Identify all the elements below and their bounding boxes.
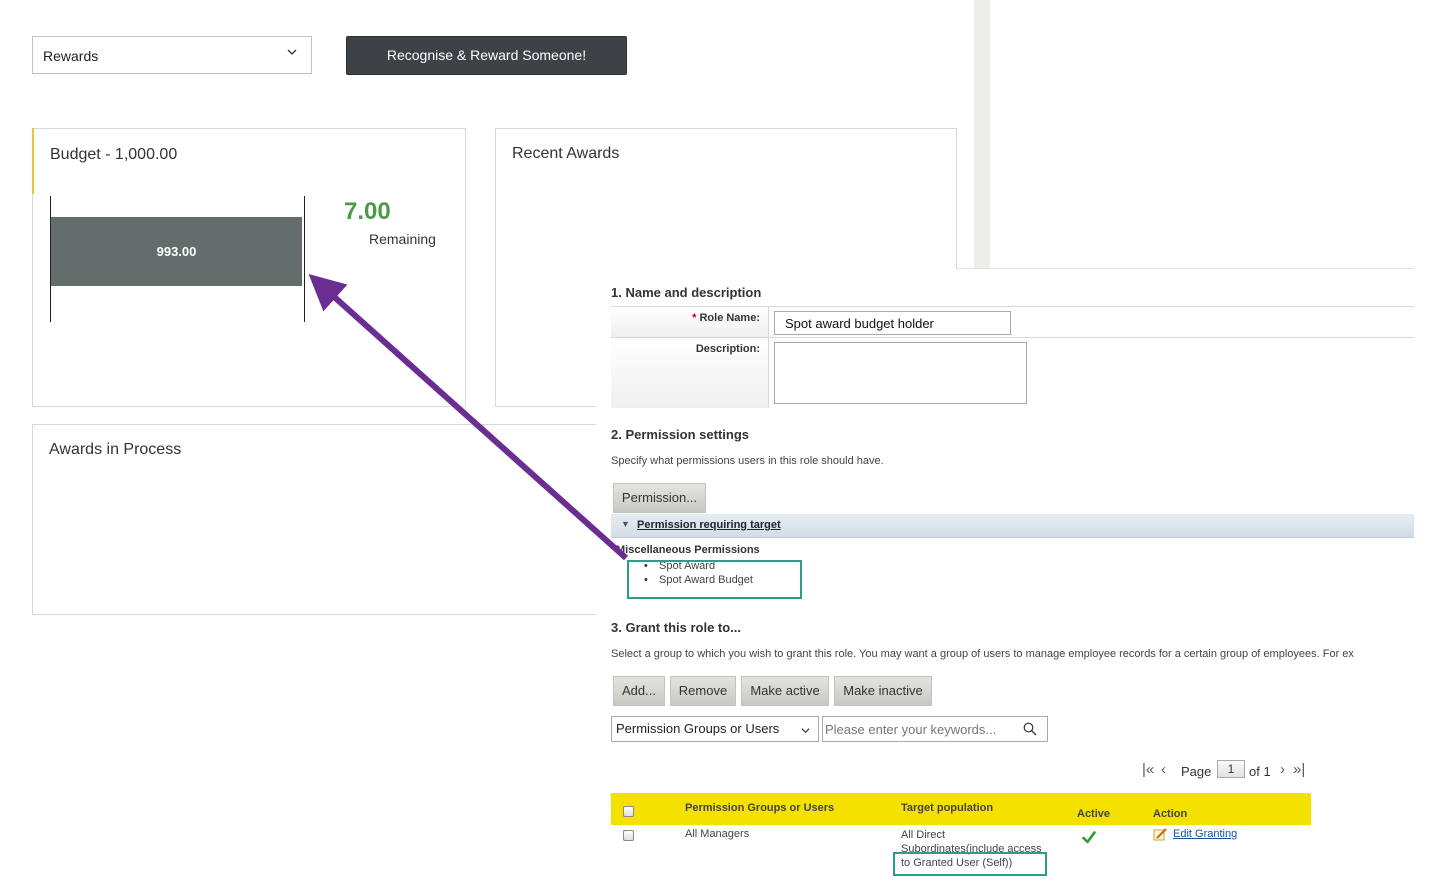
highlight-box-self xyxy=(893,852,1047,876)
budget-used-value: 993.00 xyxy=(156,244,197,259)
filter-select[interactable]: Permission Groups or Users xyxy=(611,716,819,742)
permission-button[interactable]: Permission... xyxy=(613,483,706,513)
recognise-reward-button[interactable]: Recognise & Reward Someone! xyxy=(346,36,627,75)
col-header-action: Action xyxy=(1153,808,1188,820)
search-icon[interactable] xyxy=(1023,722,1037,736)
filter-select-value: Permission Groups or Users xyxy=(616,721,780,736)
table-header: Permission Groups or Users Target popula… xyxy=(611,793,1311,825)
last-page-icon[interactable]: »| xyxy=(1293,761,1305,778)
prev-page-icon[interactable]: ‹ xyxy=(1161,761,1166,778)
search-input[interactable] xyxy=(823,717,1013,741)
rewards-select[interactable]: Rewards xyxy=(32,36,312,74)
recent-awards-title: Recent Awards xyxy=(512,145,620,162)
remaining-value: 7.00 xyxy=(344,198,391,225)
budget-used-bar: 993.00 xyxy=(51,217,302,286)
search-box[interactable] xyxy=(822,716,1048,742)
awards-in-process-title: Awards in Process xyxy=(49,441,182,458)
col-header-groups: Permission Groups or Users xyxy=(685,802,835,814)
collapse-triangle-icon[interactable]: ▼ xyxy=(621,519,630,529)
page-number-input[interactable]: 1 xyxy=(1217,760,1245,778)
select-all-checkbox[interactable] xyxy=(623,806,634,817)
scrollbar-track[interactable] xyxy=(974,0,990,268)
permission-requiring-target-link[interactable]: Permission requiring target xyxy=(637,519,781,531)
role-name-label: * Role Name: xyxy=(611,307,769,338)
grant-role-desc: Select a group to which you wish to gran… xyxy=(611,648,1354,660)
section-name-description-title: 1. Name and description xyxy=(611,285,762,300)
rewards-select-value: Rewards xyxy=(43,48,99,64)
next-page-icon[interactable]: › xyxy=(1280,761,1285,778)
make-inactive-button[interactable]: Make inactive xyxy=(834,676,932,706)
description-label: Description: xyxy=(611,338,769,408)
permission-requiring-target-bar[interactable]: ▼ Permission requiring target xyxy=(611,514,1414,538)
make-active-button[interactable]: Make active xyxy=(741,676,829,706)
budget-title: Budget - 1,000.00 xyxy=(50,146,178,163)
chevron-down-icon xyxy=(801,728,810,734)
first-page-icon[interactable]: |« xyxy=(1142,761,1154,778)
role-name-input[interactable]: Spot award budget holder xyxy=(774,311,1011,335)
role-permission-panel: 1. Name and description * Role Name: Spo… xyxy=(596,269,1414,883)
row-checkbox[interactable] xyxy=(623,830,634,841)
permission-settings-desc: Specify what permissions users in this r… xyxy=(611,455,884,467)
edit-granting-link[interactable]: Edit Granting xyxy=(1173,828,1237,840)
section-permission-settings-title: 2. Permission settings xyxy=(611,427,749,442)
budget-bar-axis-right xyxy=(304,196,305,322)
row-group: All Managers xyxy=(685,828,750,840)
add-button[interactable]: Add... xyxy=(613,676,665,706)
col-header-active: Active xyxy=(1077,808,1111,820)
page-of-label: of 1 xyxy=(1249,764,1271,779)
col-header-target: Target population xyxy=(901,802,994,814)
role-name-row: * Role Name: Spot award budget holder xyxy=(611,306,1414,338)
highlight-box-permissions xyxy=(627,560,802,599)
checkmark-icon xyxy=(1082,831,1096,844)
chevron-down-icon xyxy=(287,49,297,55)
awards-in-process-card: Awards in Process xyxy=(32,424,597,615)
page-label: Page xyxy=(1181,764,1212,779)
remove-button[interactable]: Remove xyxy=(670,676,736,706)
remaining-label: Remaining xyxy=(369,231,436,247)
description-row: Description: xyxy=(611,337,1414,408)
description-textarea[interactable] xyxy=(774,342,1027,404)
edit-icon[interactable] xyxy=(1153,827,1168,841)
misc-permissions-title: Miscellaneous Permissions xyxy=(616,544,760,556)
budget-card-accent xyxy=(32,128,34,194)
section-grant-role-title: 3. Grant this role to... xyxy=(611,620,742,635)
